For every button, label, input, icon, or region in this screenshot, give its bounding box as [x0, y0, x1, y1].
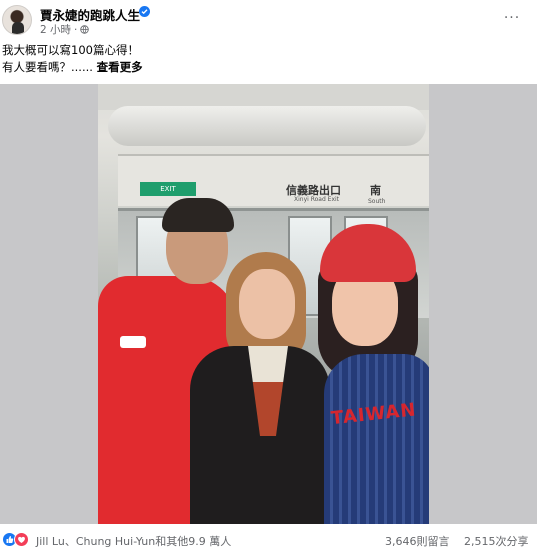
- photo-beam: [108, 106, 426, 146]
- photo-image[interactable]: EXIT 信義路出口 Xinyi Road Exit 南 South TAIWA…: [98, 84, 429, 524]
- page-avatar[interactable]: [2, 5, 32, 35]
- photo-man-hair: [162, 198, 234, 232]
- see-more-link[interactable]: 查看更多: [97, 60, 143, 74]
- love-icon[interactable]: [14, 532, 29, 547]
- photo-sign-south: 南: [370, 184, 381, 197]
- photo-exit-sign: EXIT: [140, 182, 196, 196]
- post-text-line-2: 有人要看嗎？...... 查看更多: [2, 59, 143, 76]
- post-meta: 2 小時 ·: [40, 22, 90, 37]
- reaction-summary[interactable]: Jill Lu、Chung Hui-Yun和其他9.9 萬人: [36, 533, 231, 549]
- post-timestamp[interactable]: 2 小時: [40, 22, 71, 37]
- post-text-line-2-body: 有人要看嗎？......: [2, 60, 93, 74]
- separator-dot: ·: [74, 23, 78, 36]
- photo-shirt-logo: [120, 336, 146, 348]
- share-count[interactable]: 2,515次分享: [464, 533, 529, 549]
- photo-sign-exit-sub: Xinyi Road Exit: [294, 196, 340, 203]
- comment-count[interactable]: 3,646則留言: [385, 533, 450, 549]
- verified-badge-icon: [139, 6, 150, 17]
- post-photo[interactable]: EXIT 信義路出口 Xinyi Road Exit 南 South TAIWA…: [0, 84, 537, 524]
- photo-sign-south-sub: South: [368, 198, 386, 205]
- globe-icon[interactable]: [80, 25, 90, 34]
- post-text-line-1: 我大概可以寫100篇心得！: [2, 43, 139, 57]
- reaction-icons[interactable]: [2, 532, 29, 547]
- more-options-icon[interactable]: ···: [502, 10, 522, 26]
- post-footer: Jill Lu、Chung Hui-Yun和其他9.9 萬人 3,646則留言 …: [0, 526, 541, 552]
- post-text: 我大概可以寫100篇心得！ 有人要看嗎？...... 查看更多: [2, 42, 143, 76]
- post-header: 賈永婕的跑跳人生 2 小時 · ···: [0, 0, 541, 40]
- facebook-post: 賈永婕的跑跳人生 2 小時 · ··· 我大概可以寫100篇心得！ 有人要看嗎？…: [0, 0, 541, 552]
- photo-woman1-face: [239, 269, 295, 339]
- photo-jersey-text: TAIWAN: [330, 399, 418, 430]
